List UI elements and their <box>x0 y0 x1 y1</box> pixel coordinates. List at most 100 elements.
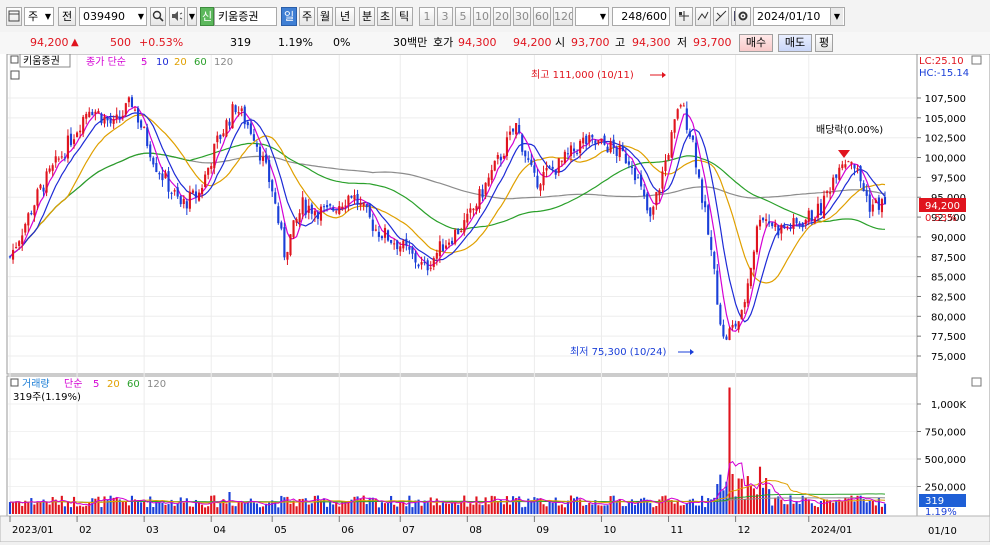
current-volume-pct: 1.19% <box>925 507 957 518</box>
volume-bar <box>673 503 676 514</box>
x-label: 06 <box>341 525 354 536</box>
volume-bar <box>478 504 481 514</box>
num-tab-30[interactable]: 30 <box>513 7 531 26</box>
calendar-icon[interactable]: ▼ <box>830 8 843 25</box>
candle-body <box>557 158 560 173</box>
candle-body <box>115 114 118 119</box>
zero-pct: 0% <box>333 36 351 49</box>
price-panel <box>6 53 918 375</box>
sell-button[interactable]: 매도 <box>778 34 812 52</box>
num-tab-120[interactable]: 120 <box>553 7 573 26</box>
candle-body <box>167 171 170 192</box>
search-icon[interactable] <box>150 7 166 26</box>
volume-bar <box>383 503 387 514</box>
num-tab-1[interactable]: 1 <box>419 7 435 26</box>
tab-week[interactable]: 주 <box>299 7 315 26</box>
indicator-icon[interactable] <box>713 7 729 26</box>
volume-bar <box>792 503 795 514</box>
volume-bar <box>612 495 615 514</box>
candle-body <box>521 134 524 152</box>
candle-body <box>268 160 271 183</box>
candle-body <box>777 225 780 236</box>
tab-year[interactable]: 년 <box>335 7 355 26</box>
volume-bar <box>390 495 393 514</box>
candle-body <box>539 184 542 191</box>
tab-month[interactable]: 월 <box>317 7 333 26</box>
volume-bar <box>258 507 262 514</box>
candle-body <box>710 237 713 250</box>
volume-bar <box>127 505 130 514</box>
chart-svg[interactable]: 107,500105,000102,500100,00097,50095,000… <box>0 53 990 543</box>
candle-body <box>344 205 347 207</box>
chevron-down-icon[interactable]: ▼ <box>187 7 197 26</box>
buy-button[interactable]: 매수 <box>739 34 773 52</box>
settings-icon[interactable] <box>735 7 751 26</box>
candle-body <box>210 166 213 169</box>
volume-bar <box>115 497 118 514</box>
volume-bar <box>609 496 612 514</box>
candle-body <box>758 219 762 227</box>
count-field[interactable]: 248/600 <box>612 7 670 26</box>
candle-body <box>484 182 487 195</box>
candle-body <box>508 131 512 135</box>
panel-toggle-icon[interactable] <box>971 377 982 387</box>
num-custom-select[interactable]: ▼ <box>575 7 609 26</box>
chart-area[interactable]: 107,500105,000102,500100,00097,50095,000… <box>0 53 990 543</box>
num-tab-20[interactable]: 20 <box>493 7 511 26</box>
num-tab-5[interactable]: 5 <box>455 7 471 26</box>
candle-body <box>789 227 792 230</box>
num-tab-60[interactable]: 60 <box>533 7 551 26</box>
date-field[interactable]: 2024/01/10 ▼ <box>753 7 845 26</box>
volume-bar <box>69 507 73 514</box>
candle-body <box>862 183 865 192</box>
volume-bar <box>225 503 228 514</box>
draw-tool-icon[interactable] <box>695 7 711 26</box>
candle-body <box>161 173 164 181</box>
y-tick-label: 100,000 <box>925 154 966 165</box>
x-label: 10 <box>603 525 616 536</box>
volume-bar <box>816 507 819 514</box>
crosshair-icon[interactable] <box>675 7 693 26</box>
candle-body <box>469 208 472 213</box>
prev-button[interactable]: 전 <box>58 7 76 26</box>
volume-bar <box>557 505 560 514</box>
candle-body <box>600 138 603 142</box>
volume-bar <box>365 504 368 514</box>
panel-toggle-icon[interactable] <box>971 55 982 65</box>
tab-tick[interactable]: 틱 <box>395 7 413 26</box>
x-label: 2023/01 <box>12 525 54 536</box>
volume-bar <box>548 500 551 514</box>
candle-body <box>231 104 234 129</box>
candle-body <box>670 132 673 158</box>
tab-second[interactable]: 초 <box>377 7 393 26</box>
candle-body <box>420 262 423 265</box>
volume-bar <box>542 504 545 514</box>
legend-box-icon <box>10 378 19 387</box>
volume-bar <box>636 501 640 514</box>
period-select[interactable]: 주 ▼ <box>24 7 54 26</box>
tab-day[interactable]: 일 <box>281 7 297 26</box>
eval-button[interactable]: 평 <box>815 34 833 52</box>
candle-body <box>322 206 326 208</box>
expand-icon[interactable] <box>10 70 20 80</box>
candle-body <box>274 192 277 204</box>
volume-bar <box>329 502 332 514</box>
x-label: 02 <box>79 525 92 536</box>
volume-bar <box>338 506 341 514</box>
candle-body <box>359 202 362 206</box>
volume-bar <box>97 496 100 514</box>
tab-minute[interactable]: 분 <box>359 7 375 26</box>
candle-body <box>319 206 323 221</box>
candle-body <box>524 150 527 157</box>
layout-icon[interactable] <box>6 7 22 26</box>
stock-name[interactable]: 키움증권 <box>214 7 277 26</box>
num-tab-3[interactable]: 3 <box>437 7 453 26</box>
candle-body <box>502 155 505 159</box>
candle-body <box>536 175 539 188</box>
volume-bar <box>8 502 12 514</box>
period-select-value: 주 <box>28 10 39 23</box>
speaker-icon[interactable] <box>169 7 185 26</box>
candle-body <box>298 213 301 223</box>
code-input[interactable]: 039490 ▼ <box>79 7 147 26</box>
num-tab-10[interactable]: 10 <box>473 7 491 26</box>
